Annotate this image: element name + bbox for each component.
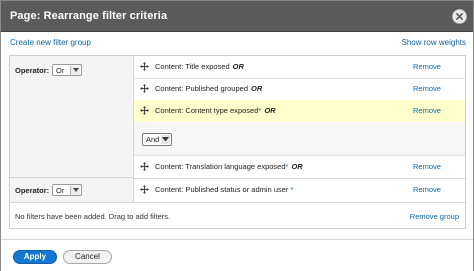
operator-label: Operator:	[15, 66, 50, 75]
filter-operator: OR	[232, 62, 244, 71]
filter-label: Content: Translation language exposed* OR	[155, 162, 303, 171]
filter-operator: OR	[264, 106, 276, 115]
cancel-button[interactable]: Cancel	[63, 250, 112, 264]
operator-value: Or	[56, 66, 65, 75]
group-2-footer: No filters have been added. Drag to add …	[10, 203, 465, 229]
filter-row[interactable]: Content: Translation language exposed* OR…	[134, 156, 465, 178]
dialog-titlebar: Page: Rearrange filter criteria	[1, 1, 473, 32]
chevron-down-icon	[161, 135, 170, 144]
filter-label: Content: Content type exposed* OR	[155, 106, 276, 115]
dialog-title: Page: Rearrange filter criteria	[10, 10, 168, 22]
drag-handle-icon[interactable]	[140, 162, 149, 171]
filter-row[interactable]: Content: Published grouped OR Remove	[134, 78, 465, 100]
filter-operator: OR	[291, 162, 303, 171]
show-row-weights-link[interactable]: Show row weights	[402, 38, 466, 47]
chevron-down-icon	[70, 186, 80, 195]
chevron-down-icon	[70, 66, 80, 75]
empty-group-message: No filters have been added. Drag to add …	[15, 212, 171, 221]
remove-filter-link[interactable]: Remove	[413, 84, 441, 93]
nested-operator-area: And	[134, 122, 465, 155]
operator-value: Or	[56, 186, 65, 195]
group-1-operator-cell: Operator: Or	[10, 56, 134, 178]
dialog-top-links: Create new filter group Show row weights	[1, 38, 473, 50]
group-1-operator-select[interactable]: Or	[52, 64, 82, 76]
filter-row[interactable]: Content: Published status or admin user …	[134, 178, 465, 203]
filter-label: Content: Published grouped OR	[155, 84, 263, 93]
drag-handle-icon[interactable]	[140, 106, 149, 115]
filter-group-2: Operator: Or Content: Published status o…	[10, 178, 465, 203]
and-operator-select[interactable]: And	[142, 133, 172, 146]
remove-filter-link[interactable]: Remove	[413, 106, 441, 115]
and-operator-value: And	[146, 135, 160, 144]
filter-groups-table: Operator: Or Content: Title exposed OR Re…	[9, 55, 466, 229]
drag-handle-icon[interactable]	[140, 84, 149, 93]
remove-group-link[interactable]: Remove group	[410, 212, 459, 221]
filter-operator: OR	[251, 84, 263, 93]
required-marker: *	[290, 185, 294, 194]
drag-handle-icon[interactable]	[140, 185, 149, 194]
operator-label: Operator:	[15, 186, 50, 195]
create-filter-group-link[interactable]: Create new filter group	[10, 38, 91, 47]
drag-handle-icon[interactable]	[140, 62, 149, 71]
rearrange-filter-dialog: Page: Rearrange filter criteria Create n…	[0, 0, 474, 271]
filter-label: Content: Title exposed OR	[155, 62, 244, 71]
remove-filter-link[interactable]: Remove	[413, 62, 441, 71]
close-icon[interactable]	[452, 9, 467, 24]
filter-label: Content: Published status or admin user …	[155, 185, 294, 194]
group-2-operator-cell: Operator: Or	[10, 178, 134, 203]
remove-filter-link[interactable]: Remove	[413, 185, 441, 194]
required-marker: *	[285, 162, 289, 171]
filter-row-highlighted[interactable]: Content: Content type exposed* OR Remove	[134, 100, 465, 122]
group-2-operator-select[interactable]: Or	[52, 184, 82, 196]
dialog-footer: Apply Cancel	[1, 239, 473, 271]
apply-button[interactable]: Apply	[13, 250, 57, 264]
filter-row[interactable]: Content: Title exposed OR Remove	[134, 56, 465, 78]
filter-group-1: Operator: Or Content: Title exposed OR Re…	[10, 56, 465, 178]
required-marker: *	[258, 106, 262, 115]
remove-filter-link[interactable]: Remove	[413, 162, 441, 171]
